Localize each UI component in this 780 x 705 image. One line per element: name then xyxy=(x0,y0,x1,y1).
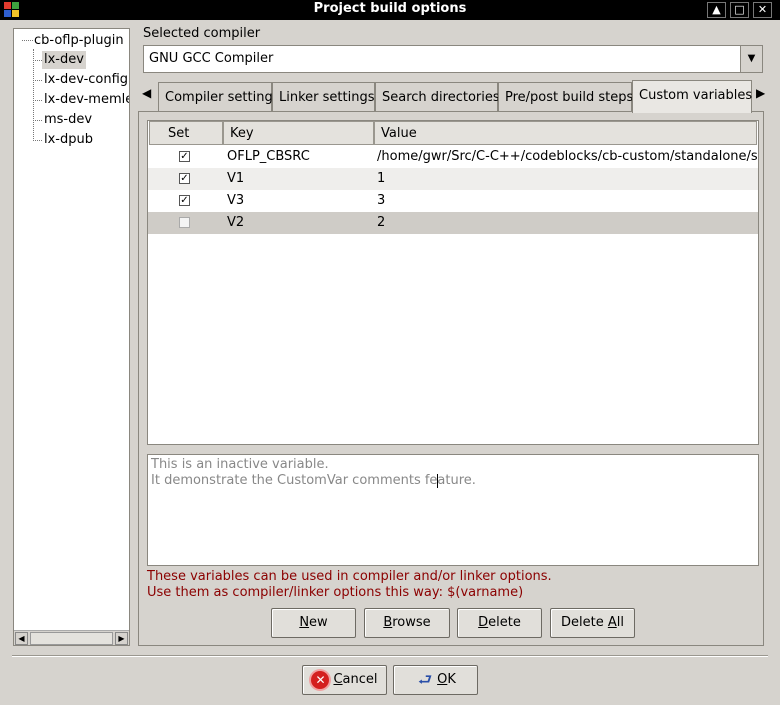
tab-scroll-left-icon[interactable]: ◀ xyxy=(142,86,151,100)
table-row[interactable]: V2 2 xyxy=(148,212,758,234)
tree-connector xyxy=(33,100,42,101)
variable-value: 3 xyxy=(377,193,386,208)
browse-button[interactable]: Browse xyxy=(364,608,450,638)
selected-compiler-label: Selected compiler xyxy=(143,26,261,41)
info-text: These variables can be used in compiler … xyxy=(147,569,552,584)
scroll-right-icon[interactable]: ▶ xyxy=(115,632,128,645)
button-mnemonic: O xyxy=(437,672,448,687)
table-row[interactable]: ✓ V3 3 xyxy=(148,190,758,212)
tree-connector xyxy=(33,140,42,141)
maximize-icon[interactable]: □ xyxy=(730,2,749,18)
set-checkbox[interactable]: ✓ xyxy=(179,151,190,162)
info-text: Use them as compiler/linker options this… xyxy=(147,585,524,600)
table-row[interactable]: ✓ V1 1 xyxy=(148,168,758,190)
tree-horizontal-scrollbar[interactable]: ◀ ▶ xyxy=(14,630,129,645)
button-label: ew xyxy=(309,615,328,630)
button-label: Delete xyxy=(561,615,608,630)
set-checkbox[interactable]: ✓ xyxy=(179,195,190,206)
scrollbar-thumb[interactable] xyxy=(30,632,113,645)
tree-item-lx-dev[interactable]: lx-dev xyxy=(42,51,86,69)
tab-custom-variables[interactable]: Custom variables xyxy=(632,80,752,113)
button-mnemonic: B xyxy=(383,615,393,630)
tab-search-directories[interactable]: Search directories xyxy=(375,82,500,111)
target-tree[interactable]: cb-oflp-plugin lx-dev lx-dev-configur lx… xyxy=(13,28,130,646)
tab-linker-settings[interactable]: Linker settings xyxy=(272,82,375,111)
variable-key: V3 xyxy=(227,193,245,208)
button-label: ancel xyxy=(342,672,378,687)
button-mnemonic: A xyxy=(607,615,617,630)
delete-all-button[interactable]: Delete All xyxy=(550,608,635,638)
cancel-icon: ✕ xyxy=(311,670,330,689)
tree-connector xyxy=(33,80,42,81)
set-checkbox[interactable]: ✓ xyxy=(179,173,190,184)
tree-connector xyxy=(33,60,42,61)
variable-value: /home/gwr/Src/C-C++/codeblocks/cb-custom… xyxy=(377,149,758,164)
column-header-set[interactable]: Set xyxy=(149,121,223,145)
scroll-left-icon[interactable]: ◀ xyxy=(15,632,28,645)
table-row[interactable]: ✓ OFLP_CBSRC /home/gwr/Src/C-C++/codeblo… xyxy=(148,146,758,168)
window-up-icon[interactable]: ▲ xyxy=(707,2,726,18)
variable-key: V2 xyxy=(227,215,245,230)
dialog-separator xyxy=(12,655,768,657)
ok-button[interactable]: ⮐ OK xyxy=(393,665,478,695)
button-label: rowse xyxy=(392,615,431,630)
delete-button[interactable]: Delete xyxy=(457,608,542,638)
tree-item-lx-dev-memlea[interactable]: lx-dev-memlea xyxy=(44,91,129,109)
tree-connector xyxy=(22,40,33,41)
variable-key: V1 xyxy=(227,171,245,186)
variable-comment-textarea[interactable]: This is an inactive variable. It demonst… xyxy=(147,454,759,566)
custom-variables-list[interactable]: Set Key Value ✓ OFLP_CBSRC /home/gwr/Src… xyxy=(147,120,759,445)
new-button[interactable]: New xyxy=(271,608,356,638)
text-caret xyxy=(437,474,438,488)
tree-item-ms-dev[interactable]: ms-dev xyxy=(44,111,92,129)
variable-value: 1 xyxy=(377,171,386,186)
window-title: Project build options xyxy=(313,1,467,16)
button-label: ll xyxy=(616,615,624,630)
button-mnemonic: C xyxy=(333,672,343,687)
close-icon[interactable]: ✕ xyxy=(753,2,772,18)
compiler-select[interactable]: GNU GCC Compiler ▼ xyxy=(143,45,763,73)
tab-pre-post-build-steps[interactable]: Pre/post build steps xyxy=(498,82,633,111)
set-checkbox[interactable] xyxy=(179,217,190,228)
cancel-button[interactable]: ✕ Cancel xyxy=(302,665,387,695)
dropdown-arrow-icon[interactable]: ▼ xyxy=(740,46,762,72)
tree-connector xyxy=(33,120,42,121)
variable-key: OFLP_CBSRC xyxy=(227,149,310,164)
tree-item-lx-dev-configur[interactable]: lx-dev-configur xyxy=(44,71,129,89)
tree-item-lx-dpub[interactable]: lx-dpub xyxy=(44,131,93,149)
compiler-select-value: GNU GCC Compiler xyxy=(149,51,274,66)
button-label: elete xyxy=(488,615,521,630)
column-header-value[interactable]: Value xyxy=(374,121,757,145)
button-label: K xyxy=(447,672,456,687)
tab-compiler-settings[interactable]: Compiler settings xyxy=(158,82,280,111)
column-header-key[interactable]: Key xyxy=(223,121,374,145)
enter-arrow-icon: ⮐ xyxy=(417,669,433,689)
tab-scroll-right-icon[interactable]: ▶ xyxy=(756,86,765,100)
tree-connector xyxy=(33,49,34,141)
button-mnemonic: N xyxy=(299,615,310,630)
comment-line: It demonstrate the CustomVar comments fe… xyxy=(151,473,476,488)
comment-line: This is an inactive variable. xyxy=(151,457,329,472)
tree-root-project[interactable]: cb-oflp-plugin xyxy=(34,32,124,50)
variable-value: 2 xyxy=(377,215,386,230)
title-bar: Project build options ▲ □ ✕ xyxy=(0,0,780,20)
button-mnemonic: D xyxy=(478,615,489,630)
